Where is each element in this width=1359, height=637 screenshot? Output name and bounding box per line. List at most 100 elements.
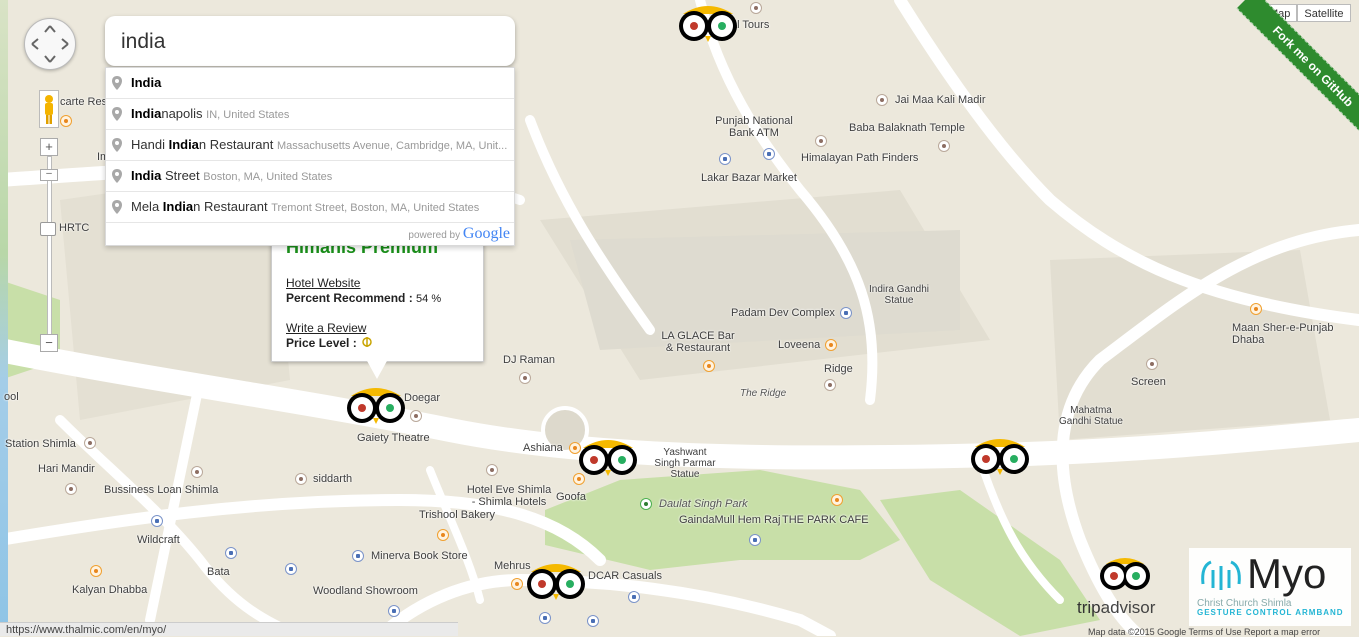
temple-marker[interactable] [876,94,888,106]
autocomplete-secondary: Tremont Street, Boston, MA, United State… [271,202,480,214]
restaurant-marker[interactable] [703,360,715,372]
poi-marker[interactable] [519,372,531,384]
map-label: THE PARK CAFE [782,514,869,526]
map-label: Goofa [556,491,586,503]
info-window-tail [366,359,388,379]
park-marker[interactable] [640,498,652,510]
autocomplete-dropdown: India Indianapolis IN, United States Han… [105,67,515,246]
map-label: Minerva Book Store [371,550,468,562]
shop-marker[interactable] [388,605,400,617]
shop-marker[interactable] [352,550,364,562]
map-label: Jai Maa Kali Madir [895,94,986,106]
autocomplete-rest: napolis [161,106,203,121]
restaurant-marker[interactable] [825,339,837,351]
price-level-icon [362,337,372,347]
map-label: carte Rest [60,96,111,108]
map-label: Kalyan Dhabba [72,584,148,596]
restaurant-marker[interactable] [60,115,72,127]
poi-marker[interactable] [815,135,827,147]
autocomplete-item[interactable]: Mela Indian Restaurant Tremont Street, B… [106,192,514,223]
temple-marker[interactable] [65,483,77,495]
pan-control[interactable] [24,18,76,70]
hotel-marker[interactable] [410,410,422,422]
map-label: Hotel Eve Shimla - Shimla Hotels [466,484,552,508]
restaurant-marker[interactable] [437,529,449,541]
hotel-marker[interactable] [295,473,307,485]
location-pin-icon [112,169,122,183]
zoom-tick: – [40,169,58,181]
myo-logo[interactable]: Myo Christ Church Shimla GESTURE CONTROL… [1189,548,1351,626]
shop-marker[interactable] [749,534,761,546]
write-review-link[interactable]: Write a Review [286,321,366,335]
autocomplete-match: India [168,137,199,152]
museum-marker[interactable] [84,437,96,449]
location-pin-icon [112,138,122,152]
tripadvisor-owl-marker[interactable] [969,437,1031,477]
map-label: siddarth [313,473,353,485]
autocomplete-item[interactable]: Indianapolis IN, United States [106,99,514,130]
github-ribbon[interactable]: Fork me on GitHub [1225,0,1359,134]
tripadvisor-owl-marker[interactable] [345,386,407,426]
tripadvisor-owl-marker[interactable] [577,438,639,478]
poi-marker[interactable] [750,2,762,14]
shop-marker[interactable] [840,307,852,319]
map-label: Bussiness Loan Shimla [104,484,219,496]
map-label: Woodland Showroom [313,585,418,597]
map-label: Ridge [824,363,853,375]
autocomplete-item[interactable]: Handi Indian Restaurant Massachusetts Av… [106,130,514,161]
poi-marker[interactable] [1146,358,1158,370]
poi-marker[interactable] [824,379,836,391]
autocomplete-secondary: Boston, MA, United States [203,171,333,183]
search-input[interactable] [119,16,505,68]
atm-marker[interactable] [763,148,775,160]
autocomplete-match: India [131,106,162,121]
atm-marker[interactable] [587,615,599,627]
restaurant-marker[interactable] [90,565,102,577]
restaurant-marker[interactable] [1250,303,1262,315]
fuel-marker[interactable] [539,612,551,624]
zoom-slider-handle[interactable] [40,222,56,236]
poi-marker[interactable] [191,466,203,478]
map-label: Mahatma Gandhi Statue [1059,405,1123,427]
autocomplete-pre: Handi [131,137,169,152]
poi-marker[interactable] [938,140,950,152]
shop-marker[interactable] [719,153,731,165]
github-ribbon-text[interactable]: Fork me on GitHub [1236,0,1359,134]
powered-by-text: powered by [408,230,461,241]
shop-marker[interactable] [628,591,640,603]
shop-marker[interactable] [151,515,163,527]
autocomplete-rest: n Restaurant [193,199,268,214]
zoom-slider[interactable] [47,156,52,338]
map-label: Padam Dev Complex [731,307,835,319]
tripadvisor-owl-marker[interactable] [525,562,587,602]
autocomplete-item[interactable]: India Street Boston, MA, United States [106,161,514,192]
autocomplete-secondary: Massachusetts Avenue, Cambridge, MA, Uni… [276,140,508,152]
map-label: Screen [1131,376,1166,388]
map-label: Station Shimla [5,438,76,450]
autocomplete-rest: n Restaurant [198,137,274,152]
map-label: The Ridge [740,388,787,399]
search-box[interactable] [105,16,515,68]
browser-status-bar: https://www.thalmic.com/en/myo/ [0,622,458,636]
hotel-website-link[interactable]: Hotel Website [286,276,360,290]
autocomplete-match: India [162,199,194,214]
left-strip [0,0,8,636]
hotel-marker[interactable] [486,464,498,476]
map-label: Baba Balaknath Temple [849,122,965,134]
percent-value: 54 % [416,293,442,305]
shop-marker[interactable] [225,547,237,559]
myo-armband-icon [1201,560,1241,590]
map-label: HRTC [59,222,90,234]
shop-marker[interactable] [285,563,297,575]
tripadvisor-owl-marker[interactable] [677,4,739,44]
autocomplete-item[interactable]: India [106,68,514,99]
zoom-in-button[interactable]: + [40,138,58,156]
street-view-pegman[interactable] [39,90,59,128]
map-label: Daulat Singh Park [659,498,748,510]
map-label: Indira Gandhi Statue [868,284,930,306]
autocomplete-match: India [131,168,162,183]
restaurant-marker[interactable] [511,578,523,590]
map-label: Loveena [778,339,821,351]
zoom-out-button[interactable]: − [40,334,58,352]
cafe-marker[interactable] [831,494,843,506]
